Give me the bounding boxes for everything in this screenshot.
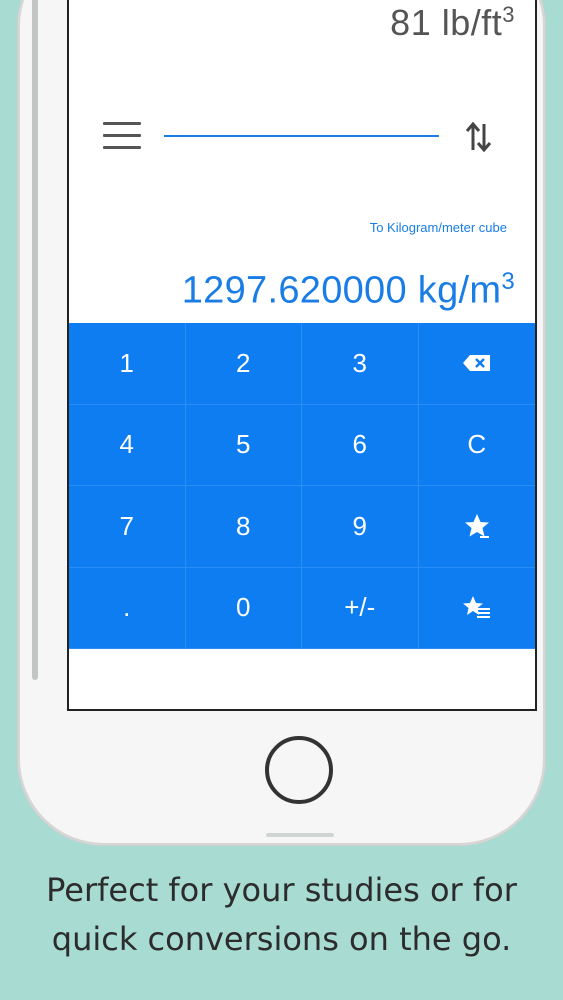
key-4[interactable]: 4 [69,404,186,486]
caption-line-2: quick conversions on the go. [51,920,512,958]
key-favorites-list[interactable] [418,568,535,649]
key-6[interactable]: 6 [302,404,419,486]
keypad: 1 2 3 4 5 6 C 7 8 9 . 0 +/- [69,323,535,649]
key-3[interactable]: 3 [302,323,419,405]
key-favorite[interactable] [418,486,535,568]
backspace-icon [462,355,490,372]
caption-line-1: Perfect for your studies or for [46,871,517,909]
phone-side-left [32,0,38,680]
star-list-icon [462,595,490,618]
key-5[interactable]: 5 [185,404,302,486]
menu-icon[interactable] [103,122,141,150]
key-1[interactable]: 1 [69,323,186,405]
phone-bottom-seam [266,833,334,837]
from-value-text: 81 lb/ft [390,2,503,43]
key-7[interactable]: 7 [69,486,186,568]
from-value-display[interactable]: 81 lb/ft3 [390,2,515,44]
key-8[interactable]: 8 [185,486,302,568]
to-value-display: 1297.620000 kg/m3 [182,268,515,313]
star-icon [464,514,489,539]
home-button[interactable] [265,736,333,804]
key-9[interactable]: 9 [302,486,419,568]
key-0[interactable]: 0 [185,567,302,649]
phone-frame: 81 lb/ft3 To Kilogram/meter cube 1297.62… [18,0,545,845]
to-value-text: 1297.620000 kg/m [181,269,502,312]
input-divider [164,135,439,137]
key-plus-minus[interactable]: +/- [302,567,419,649]
key-2[interactable]: 2 [185,323,302,405]
app-screen: 81 lb/ft3 To Kilogram/meter cube 1297.62… [67,0,537,711]
swap-icon[interactable] [465,122,493,152]
key-clear[interactable]: C [418,405,535,486]
key-backspace[interactable] [418,323,535,405]
to-value-superscript: 3 [501,268,515,295]
from-value-superscript: 3 [502,2,515,27]
to-unit-label[interactable]: To Kilogram/meter cube [370,220,507,235]
key-decimal[interactable]: . [69,567,186,649]
marketing-caption: Perfect for your studies or for quick co… [0,866,563,964]
